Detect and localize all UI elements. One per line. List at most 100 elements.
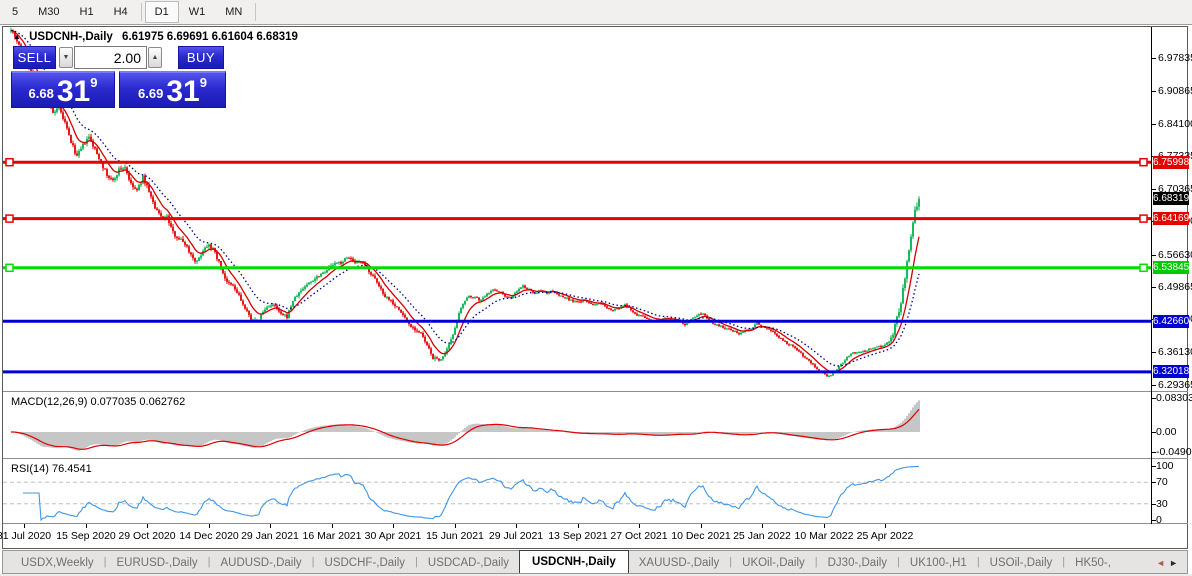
- panel-separator[interactable]: [3, 523, 1188, 524]
- date-label: 14 Dec 2020: [179, 530, 239, 542]
- date-label: 10 Mar 2022: [794, 530, 854, 542]
- line-handle[interactable]: [5, 157, 14, 167]
- price-level-badge: 6.64169: [1153, 212, 1190, 225]
- date-label: 31 Jul 2020: [0, 530, 52, 542]
- price-tick: [1152, 352, 1156, 353]
- buy-price-main: 6.69: [138, 86, 164, 101]
- date-tick: [270, 524, 271, 528]
- panel-separator[interactable]: [3, 458, 1188, 459]
- chart-title: ▲ USDCNH-,Daily 6.61975 6.69691 6.61604 …: [13, 31, 298, 43]
- chart-tab-xauusd-daily[interactable]: XAUUSD-,Daily: [629, 553, 730, 573]
- timeframe-button-h4[interactable]: H4: [104, 1, 138, 23]
- chart-tab-usoil-daily[interactable]: USOil-,Daily: [980, 553, 1063, 573]
- chart-tab-hk50[interactable]: HK50-,: [1065, 553, 1121, 573]
- rsi-plot: [3, 465, 1151, 522]
- rsi-tick-label: 0: [1156, 514, 1162, 526]
- macd-label: MACD(12,26,9) 0.077035 0.062762: [11, 396, 186, 408]
- date-tick: [332, 524, 333, 528]
- date-label: 25 Jan 2022: [733, 530, 791, 542]
- chart-tab-usdchf-daily[interactable]: USDCHF-,Daily: [315, 553, 416, 573]
- date-label: 15 Jun 2021: [426, 530, 484, 542]
- price-tick: [1152, 385, 1156, 386]
- line-handle[interactable]: [1139, 157, 1148, 167]
- chart-tab-usdcad-daily[interactable]: USDCAD-,Daily: [418, 553, 519, 573]
- chart-tab-bar: USDX,Weekly | EURUSD-,Daily | AUDUSD-,Daily |…: [2, 550, 1188, 574]
- line-handle[interactable]: [1139, 263, 1148, 273]
- date-label: 25 Apr 2022: [856, 530, 914, 542]
- date-label: 13 Sep 2021: [548, 530, 608, 542]
- volume-input[interactable]: [74, 46, 147, 69]
- line-handle[interactable]: [1139, 214, 1148, 223]
- chart-window: ▲ USDCNH-,Daily 6.61975 6.69691 6.61604 …: [0, 26, 1192, 549]
- price-tick: [1152, 124, 1156, 125]
- price-axis-line: [1151, 27, 1152, 524]
- date-label: 29 Jan 2021: [241, 530, 299, 542]
- date-tick: [578, 524, 579, 528]
- sell-price-box[interactable]: 6.68 31 9: [11, 71, 115, 108]
- volume-decrease-button[interactable]: ▼: [59, 47, 73, 68]
- date-tick: [639, 524, 640, 528]
- date-tick: [762, 524, 763, 528]
- sell-price-main: 6.68: [28, 86, 54, 101]
- rsi-tick-label: 100: [1156, 460, 1174, 472]
- timeframe-button-d1[interactable]: D1: [144, 1, 179, 23]
- chart-tab-eurusd-daily[interactable]: EURUSD-,Daily: [107, 553, 208, 573]
- date-label: 10 Dec 2021: [671, 530, 731, 542]
- date-label: 29 Jul 2021: [488, 530, 544, 542]
- chart-tab-usdx-weekly[interactable]: USDX,Weekly: [11, 553, 104, 573]
- date-tick: [455, 524, 456, 528]
- price-tick-label: 6.84100: [1158, 118, 1192, 130]
- date-tick: [147, 524, 148, 528]
- chart-tab-usdcnh-daily[interactable]: USDCNH-,Daily: [519, 550, 629, 573]
- price-tick-label: 6.36130: [1158, 346, 1192, 358]
- price-tick-label: 6.56630: [1158, 249, 1192, 261]
- date-label: 30 Apr 2021: [364, 530, 422, 542]
- date-tick: [701, 524, 702, 528]
- timeframe-toolbar: 5 M30 H1 H4 D1 W1 MN: [0, 0, 1192, 25]
- chart-tab-audusd-daily[interactable]: AUDUSD-,Daily: [211, 553, 312, 573]
- sell-button[interactable]: SELL: [13, 46, 56, 69]
- tab-scroll-right-icon[interactable]: ►: [1169, 558, 1182, 568]
- macd-tick-label: 0.00: [1156, 426, 1177, 438]
- toolbar-separator: [140, 3, 142, 21]
- arrow-up-icon: ▲: [151, 54, 159, 61]
- price-tick: [1152, 287, 1156, 288]
- line-handle[interactable]: [5, 263, 14, 273]
- price-level-badge: 6.42660: [1153, 315, 1190, 328]
- price-level-badge: 6.53845: [1153, 261, 1190, 274]
- chart-tab-uk100-h1[interactable]: UK100-,H1: [900, 553, 977, 573]
- timeframe-button-m30[interactable]: M30: [28, 1, 69, 23]
- chart-tab-dj30-daily[interactable]: DJ30-,Daily: [818, 553, 897, 573]
- price-level-badge: 6.32018: [1153, 365, 1190, 378]
- timeframe-button-w1[interactable]: W1: [179, 1, 216, 23]
- rsi-tick-label: 70: [1156, 476, 1168, 488]
- arrow-down-icon: ▼: [62, 54, 70, 61]
- price-tick-label: 6.97835: [1158, 52, 1192, 64]
- timeframe-button-5[interactable]: 5: [2, 1, 28, 23]
- sell-price-sup: 9: [90, 75, 98, 90]
- tab-scroll-left-icon[interactable]: ◄: [1156, 558, 1169, 568]
- rsi-line: [23, 465, 920, 522]
- toolbar-separator: [255, 3, 257, 21]
- chart-tab-ukoil-daily[interactable]: UKOil-,Daily: [732, 553, 815, 573]
- price-level-badge: 6.68319: [1153, 192, 1190, 205]
- one-click-trade-widget: SELL ▼ ▲ BUY 6.68 31 9 6.69 31 9: [11, 45, 226, 108]
- date-label: 27 Oct 2021: [610, 530, 668, 542]
- chart-title-symbol: USDCNH-,Daily: [29, 31, 113, 43]
- buy-price-sup: 9: [199, 75, 207, 90]
- line-handle[interactable]: [5, 214, 14, 223]
- date-label: 29 Oct 2020: [118, 530, 176, 542]
- volume-increase-button[interactable]: ▲: [148, 47, 162, 68]
- price-tick: [1152, 91, 1156, 92]
- collapse-triangle-icon[interactable]: ▲: [13, 32, 21, 41]
- date-tick: [209, 524, 210, 528]
- date-tick: [516, 524, 517, 528]
- tab-scroll-buttons: ◄►: [1156, 558, 1182, 568]
- panel-separator[interactable]: [3, 391, 1188, 392]
- price-tick-label: 6.29365: [1158, 379, 1192, 391]
- date-tick: [86, 524, 87, 528]
- timeframe-button-h1[interactable]: H1: [70, 1, 104, 23]
- buy-button[interactable]: BUY: [178, 46, 224, 69]
- timeframe-button-mn[interactable]: MN: [215, 1, 252, 23]
- buy-price-box[interactable]: 6.69 31 9: [119, 71, 226, 108]
